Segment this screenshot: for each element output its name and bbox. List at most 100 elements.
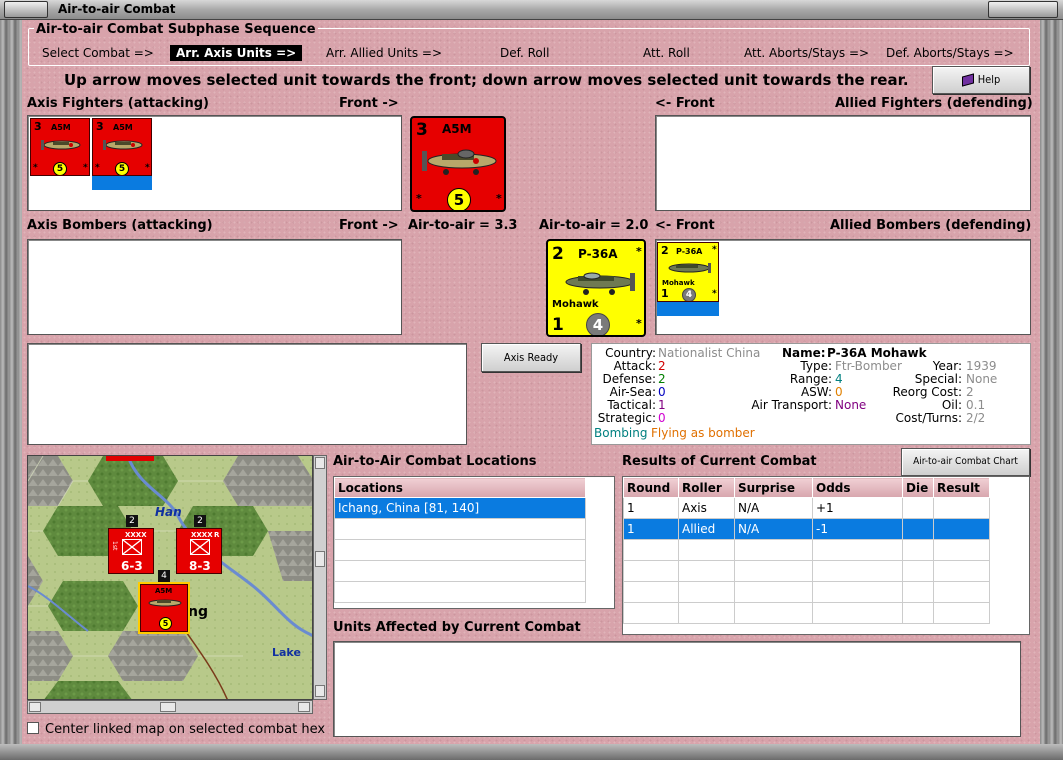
empty-cell [678, 581, 735, 603]
counter-value: 5 [159, 617, 172, 630]
col-roller: Roller [678, 477, 735, 498]
locations-table: Locations Ichang, China [81, 140] [334, 477, 586, 603]
empty-cell [812, 602, 903, 624]
col-round: Round [623, 477, 679, 498]
lake-label: Lake [272, 646, 301, 659]
counter-value: 5 [447, 188, 471, 210]
cell-die [902, 497, 934, 519]
cell-odds: +1 [812, 497, 903, 519]
scroll-thumb[interactable] [160, 702, 176, 712]
center-map-checkbox[interactable] [27, 722, 39, 734]
counter-name: P-36A [578, 247, 618, 261]
empty-cell [902, 560, 934, 582]
empty-cell [734, 581, 813, 603]
air-to-air-chart-button[interactable]: Air-to-air Combat Chart [901, 448, 1030, 476]
instruction-text: Up arrow moves selected unit towards the… [64, 71, 909, 89]
allied-fighters-list[interactable] [655, 115, 1031, 211]
year-value: 1939 [966, 359, 997, 373]
bombing-mode: Bombing [594, 426, 648, 440]
help-button[interactable]: Help [932, 66, 1030, 94]
strategic-key: Strategic: [597, 411, 656, 425]
map-vertical-scrollbar[interactable] [313, 455, 327, 700]
empty-cell [734, 602, 813, 624]
map-unit-counter[interactable]: XXXX R 8-3 [176, 528, 222, 574]
linked-map[interactable]: Han Lake ng XXXX 1st 6-3 2 XXXX R 8-3 2 … [27, 455, 313, 700]
counter-bottom-value: 1 [661, 287, 669, 300]
location-row[interactable]: Ichang, China [81, 140] [334, 497, 586, 519]
map-unit-counter[interactable]: XXXX 1st 6-3 [108, 528, 154, 574]
scroll-left-button[interactable] [29, 702, 41, 712]
country-value: Nationalist China [658, 346, 761, 360]
year-key: Year: [932, 359, 962, 373]
locations-header: Locations [334, 477, 586, 498]
scroll-down-button[interactable] [315, 685, 325, 697]
results-table: Round Roller Surprise Odds Die Result 1 … [623, 477, 990, 624]
result-row-selected[interactable]: 1 Allied N/A -1 [623, 518, 990, 540]
empty-cell [678, 602, 735, 624]
step-arr-allied-units: Arr. Allied Units => [326, 46, 443, 60]
scroll-thumb[interactable] [315, 551, 325, 567]
empty-cell [623, 581, 679, 603]
map-horizontal-scrollbar[interactable] [27, 700, 313, 714]
empty-cell [933, 581, 990, 603]
cell-result [933, 518, 990, 540]
scroll-right-button[interactable] [298, 702, 310, 712]
allied-bombers-front-label: <- Front [655, 218, 715, 233]
country-key: Country: [605, 346, 656, 360]
axis-front-counter[interactable]: 3 A5M 5 * * [410, 116, 506, 212]
plane-icon [565, 272, 635, 295]
axis-fighters-list[interactable]: 3 A5M 5 * * 3 A5M 5 * * [27, 115, 402, 211]
counter-star: * [145, 163, 150, 173]
type-key: Type: [800, 359, 832, 373]
counter-value: 4 [586, 313, 610, 335]
airtransport-key: Air Transport: [751, 398, 832, 412]
empty-cell [902, 602, 934, 624]
axis-fighter-counter-selected[interactable]: 3 A5M 5 * * [92, 118, 152, 176]
stack-count: 4 [158, 570, 170, 582]
unit-side: 1st [111, 541, 118, 551]
window-title: Air-to-air Combat [58, 2, 176, 16]
axis-ready-button[interactable]: Axis Ready [481, 343, 581, 372]
empty-cell [812, 539, 903, 561]
scroll-up-button[interactable] [315, 457, 325, 469]
oil-value: 0.1 [966, 398, 986, 412]
units-affected-list[interactable] [333, 641, 1021, 737]
defense-key: Defense: [602, 372, 656, 386]
results-title: Results of Current Combat [622, 454, 817, 469]
axis-bombers-list[interactable] [27, 239, 402, 335]
empty-cell [623, 539, 679, 561]
step-att-aborts: Att. Aborts/Stays => [744, 46, 870, 60]
locations-title: Air-to-Air Combat Locations [333, 454, 537, 469]
airsea-key: Air-Sea: [609, 385, 656, 399]
allied-bombers-list[interactable]: 2 P-36A * Mohawk 1 4 * [655, 239, 1031, 335]
results-list[interactable]: Round Roller Surprise Odds Die Result 1 … [622, 476, 1030, 635]
range-value: 4 [835, 372, 843, 386]
empty-cell [933, 602, 990, 624]
units-affected-title: Units Affected by Current Combat [333, 620, 581, 635]
map-air-counter[interactable]: A5M 5 [140, 584, 188, 632]
counter-value: 5 [115, 162, 129, 175]
axis-fighters-front-label: Front -> [339, 96, 399, 111]
result-row[interactable]: 1 Axis N/A +1 [623, 497, 990, 519]
col-die: Die [902, 477, 934, 498]
axis-fighter-counter[interactable]: 3 A5M 5 * * [30, 118, 90, 176]
window-menu-button[interactable] [4, 1, 48, 18]
allied-bombers-label: Allied Bombers (defending) [830, 218, 1032, 233]
help-book-icon [961, 73, 974, 87]
allied-bomber-counter-selected[interactable]: 2 P-36A * Mohawk 1 4 * [657, 242, 719, 302]
infantry-icon [122, 539, 142, 555]
name-value: P-36A Mohawk [827, 346, 927, 360]
tactical-key: Tactical: [607, 398, 656, 412]
counter-strength: 2 [552, 244, 564, 264]
window-controls[interactable] [988, 1, 1058, 18]
unit-name: A5M [155, 587, 173, 595]
special-key: Special: [914, 372, 962, 386]
locations-list[interactable]: Locations Ichang, China [81, 140] [333, 476, 615, 609]
counter-subname: Mohawk [552, 299, 599, 310]
location-row-empty [334, 539, 586, 561]
step-def-roll: Def. Roll [500, 46, 550, 60]
allied-front-counter[interactable]: 2 P-36A * Mohawk 1 4 * [546, 239, 646, 337]
cell-result [933, 497, 990, 519]
empty-cell [933, 539, 990, 561]
cell-roller: Axis [678, 497, 735, 519]
